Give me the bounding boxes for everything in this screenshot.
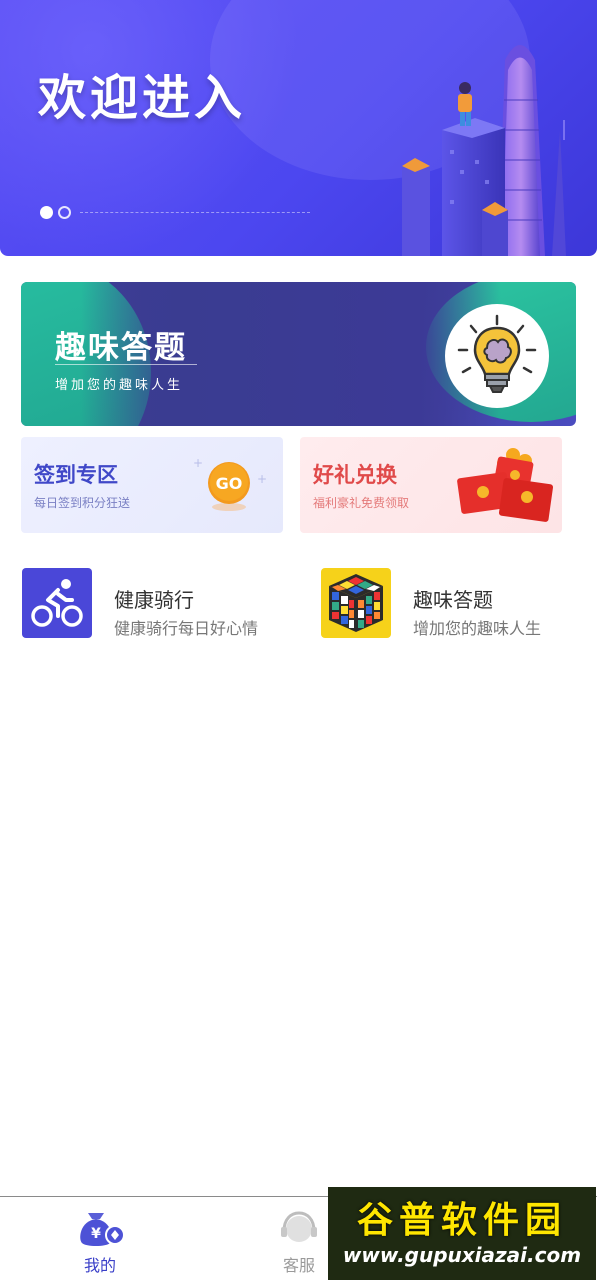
card-subtitle: 每日签到积分狂送 bbox=[34, 496, 131, 510]
list-item-subtitle: 健康骑行每日好心情 bbox=[114, 619, 259, 638]
customer-service-icon bbox=[281, 1211, 317, 1242]
card-title: 好礼兑换 bbox=[313, 463, 397, 487]
carousel-dot[interactable] bbox=[58, 206, 71, 219]
indicator-line bbox=[80, 212, 310, 213]
svg-text:+: + bbox=[193, 456, 203, 470]
quiz-banner-card[interactable]: 趣味答题 增加您的趣味人生 bbox=[21, 282, 576, 426]
tab-label: 我的 bbox=[83, 1256, 116, 1275]
cycling-icon bbox=[22, 568, 92, 638]
carousel-indicator bbox=[40, 206, 310, 219]
money-bag-icon: ¥ bbox=[80, 1213, 125, 1246]
watermark-logo: 谷普软件园 www.gupuxiazai.com bbox=[328, 1187, 596, 1280]
go-coin-icon: + + GO bbox=[193, 456, 267, 511]
sign-in-card[interactable]: 签到专区 每日签到积分狂送 + + GO bbox=[21, 437, 283, 533]
red-envelope-icon bbox=[457, 448, 554, 522]
list-item-cycling[interactable]: 健康骑行 健康骑行每日好心情 bbox=[22, 568, 292, 640]
card-subtitle: 福利豪礼免费领取 bbox=[313, 496, 410, 510]
card-title: 签到专区 bbox=[34, 463, 118, 487]
list-item-title: 健康骑行 bbox=[114, 588, 194, 612]
list-item-quiz[interactable]: 趣味答题 增加您的趣味人生 bbox=[321, 568, 591, 640]
quiz-banner-subtitle: 增加您的趣味人生 bbox=[55, 378, 184, 393]
watermark-title: 谷普软件园 bbox=[356, 1200, 567, 1241]
go-badge-text: GO bbox=[216, 474, 243, 493]
lightbulb-icon bbox=[445, 304, 549, 408]
tab-mine[interactable]: ¥ 我的 bbox=[0, 1197, 200, 1281]
rubiks-cube-icon bbox=[321, 568, 391, 638]
quiz-banner-title: 趣味答题 bbox=[55, 330, 187, 366]
list-item-title: 趣味答题 bbox=[413, 588, 493, 612]
city-skyline-illustration bbox=[402, 45, 566, 256]
list-item-subtitle: 增加您的趣味人生 bbox=[413, 619, 542, 638]
banner-title: 欢迎进入 bbox=[38, 70, 247, 126]
svg-text:+: + bbox=[257, 472, 267, 486]
svg-text:¥: ¥ bbox=[91, 1226, 101, 1242]
carousel-dot-active[interactable] bbox=[40, 206, 53, 219]
title-underline bbox=[55, 364, 197, 365]
watermark-url: www.gupuxiazai.com bbox=[342, 1243, 582, 1267]
gift-exchange-card[interactable]: 好礼兑换 福利豪礼免费领取 bbox=[300, 437, 562, 533]
welcome-banner[interactable]: 欢迎进入 bbox=[0, 0, 597, 256]
